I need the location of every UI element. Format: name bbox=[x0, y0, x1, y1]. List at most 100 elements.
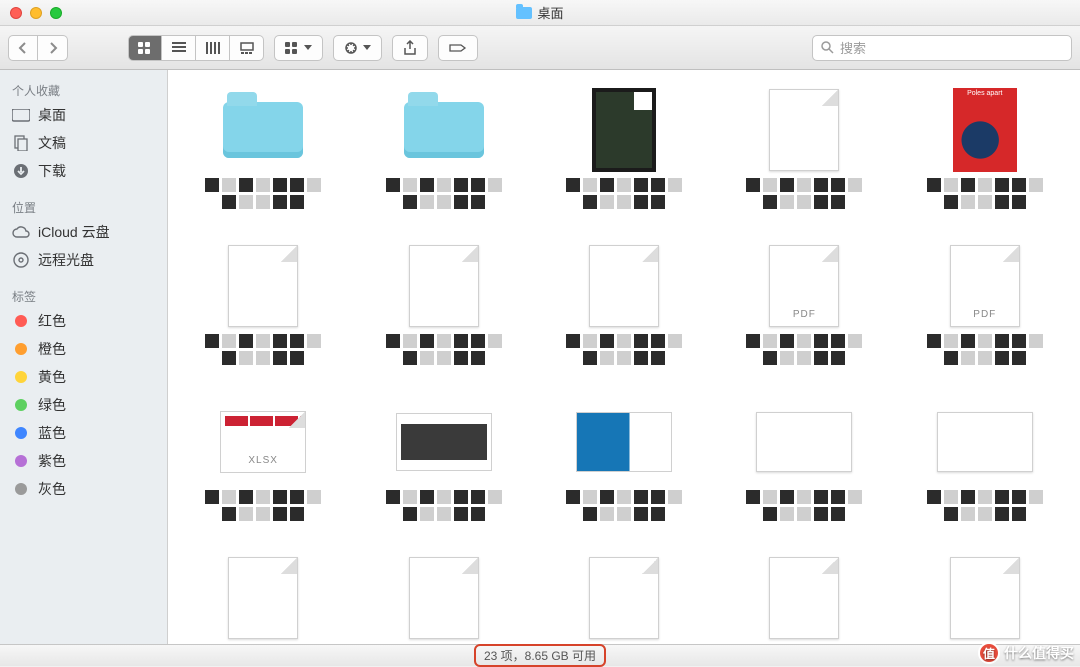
search-placeholder: 搜索 bbox=[840, 38, 866, 57]
action-menu-button[interactable] bbox=[333, 35, 382, 61]
sidebar-header-locations: 位置 bbox=[0, 195, 167, 218]
tag-color-icon bbox=[12, 314, 30, 328]
file-item[interactable] bbox=[739, 402, 869, 530]
folder-icon bbox=[516, 7, 532, 19]
sidebar-item-label: 灰色 bbox=[38, 479, 66, 499]
folder-icon bbox=[223, 102, 303, 158]
desktop-icon bbox=[12, 108, 30, 122]
document-thumbnail: Poles apart bbox=[953, 88, 1017, 172]
sidebar-item-label: 橙色 bbox=[38, 339, 66, 359]
cloud-icon bbox=[12, 225, 30, 239]
sidebar-item-desktop[interactable]: 桌面 bbox=[0, 101, 167, 129]
search-icon bbox=[821, 41, 834, 54]
title-bar: 桌面 bbox=[0, 0, 1080, 26]
document-thumbnail bbox=[950, 557, 1020, 639]
sidebar-item-remote-disc[interactable]: 远程光盘 bbox=[0, 246, 167, 274]
document-thumbnail bbox=[589, 557, 659, 639]
watermark: 值 什么值得买 bbox=[978, 642, 1074, 664]
file-item[interactable]: PDF bbox=[920, 246, 1050, 374]
sidebar-tag-6[interactable]: 灰色 bbox=[0, 475, 167, 503]
pdf-thumbnail: PDF bbox=[769, 245, 839, 327]
pixelated-filename bbox=[564, 334, 684, 374]
back-button[interactable] bbox=[8, 35, 38, 61]
sidebar-item-downloads[interactable]: 下载 bbox=[0, 157, 167, 185]
slide-thumbnail bbox=[396, 413, 492, 471]
status-bar: 23 项，8.65 GB 可用 bbox=[0, 644, 1080, 666]
pdf-thumbnail: PDF bbox=[950, 245, 1020, 327]
window-title-text: 桌面 bbox=[537, 3, 563, 22]
view-mode-segmented bbox=[128, 35, 264, 61]
sidebar-tag-2[interactable]: 黄色 bbox=[0, 363, 167, 391]
pixelated-filename bbox=[744, 490, 864, 530]
slide-thumbnail bbox=[756, 412, 852, 472]
file-browser[interactable]: Poles apart PDF PDF XLSX bbox=[168, 70, 1080, 644]
file-item[interactable] bbox=[198, 90, 328, 218]
sidebar-item-documents[interactable]: 文稿 bbox=[0, 129, 167, 157]
tags-button[interactable] bbox=[438, 35, 478, 61]
sidebar-item-label: 红色 bbox=[38, 311, 66, 331]
sidebar-item-label: 桌面 bbox=[38, 105, 66, 125]
pixelated-filename bbox=[744, 178, 864, 218]
toolbar: 搜索 bbox=[0, 26, 1080, 70]
icon-view-button[interactable] bbox=[128, 35, 162, 61]
file-item[interactable]: XLSX bbox=[198, 402, 328, 530]
xlsx-thumbnail: XLSX bbox=[220, 411, 306, 473]
pixelated-filename bbox=[564, 490, 684, 530]
sidebar-tag-3[interactable]: 绿色 bbox=[0, 391, 167, 419]
forward-button[interactable] bbox=[38, 35, 68, 61]
sidebar-tag-5[interactable]: 紫色 bbox=[0, 447, 167, 475]
tag-color-icon bbox=[12, 398, 30, 412]
file-item[interactable] bbox=[739, 90, 869, 218]
list-view-button[interactable] bbox=[162, 35, 196, 61]
pixelated-filename bbox=[564, 178, 684, 218]
share-button[interactable] bbox=[392, 35, 428, 61]
file-item[interactable] bbox=[559, 246, 689, 374]
pixelated-filename bbox=[925, 334, 1045, 374]
watermark-badge: 值 bbox=[978, 642, 1000, 664]
window-title: 桌面 bbox=[0, 3, 1080, 22]
search-field[interactable]: 搜索 bbox=[812, 35, 1072, 61]
tag-color-icon bbox=[12, 482, 30, 496]
file-item[interactable] bbox=[920, 402, 1050, 530]
file-item[interactable] bbox=[559, 558, 689, 644]
file-item[interactable] bbox=[378, 246, 508, 374]
tag-color-icon bbox=[12, 370, 30, 384]
file-item[interactable]: Poles apart bbox=[920, 90, 1050, 218]
pixelated-filename bbox=[203, 334, 323, 374]
sidebar-tag-0[interactable]: 红色 bbox=[0, 307, 167, 335]
pixelated-filename bbox=[744, 334, 864, 374]
pixelated-filename bbox=[203, 490, 323, 530]
sidebar-header-tags: 标签 bbox=[0, 284, 167, 307]
file-item[interactable] bbox=[559, 402, 689, 530]
column-view-button[interactable] bbox=[196, 35, 230, 61]
document-thumbnail bbox=[589, 245, 659, 327]
file-item[interactable] bbox=[920, 558, 1050, 644]
file-item[interactable] bbox=[739, 558, 869, 644]
pixelated-filename bbox=[384, 490, 504, 530]
sidebar-item-label: 远程光盘 bbox=[38, 250, 94, 270]
documents-icon bbox=[12, 136, 30, 150]
document-thumbnail bbox=[592, 88, 656, 172]
file-item[interactable] bbox=[378, 558, 508, 644]
arrange-menu-button[interactable] bbox=[274, 35, 323, 61]
document-thumbnail bbox=[409, 557, 479, 639]
slide-thumbnail bbox=[576, 412, 672, 472]
file-item[interactable] bbox=[559, 90, 689, 218]
sidebar-tag-4[interactable]: 蓝色 bbox=[0, 419, 167, 447]
sidebar-item-label: iCloud 云盘 bbox=[38, 222, 110, 242]
tag-color-icon bbox=[12, 426, 30, 440]
file-item[interactable]: PDF bbox=[739, 246, 869, 374]
file-item[interactable] bbox=[378, 402, 508, 530]
sidebar-item-label: 黄色 bbox=[38, 367, 66, 387]
file-item[interactable] bbox=[378, 90, 508, 218]
sidebar: 个人收藏 桌面 文稿 下载 位置 iCloud 云盘 远程光盘 标签 红色橙色黄… bbox=[0, 70, 168, 644]
file-item[interactable] bbox=[198, 558, 328, 644]
sidebar-item-label: 下载 bbox=[38, 161, 66, 181]
document-thumbnail bbox=[769, 557, 839, 639]
status-text: 23 项，8.65 GB 可用 bbox=[474, 644, 606, 667]
sidebar-tag-1[interactable]: 橙色 bbox=[0, 335, 167, 363]
nav-buttons bbox=[8, 35, 68, 61]
gallery-view-button[interactable] bbox=[230, 35, 264, 61]
sidebar-item-icloud[interactable]: iCloud 云盘 bbox=[0, 218, 167, 246]
file-item[interactable] bbox=[198, 246, 328, 374]
